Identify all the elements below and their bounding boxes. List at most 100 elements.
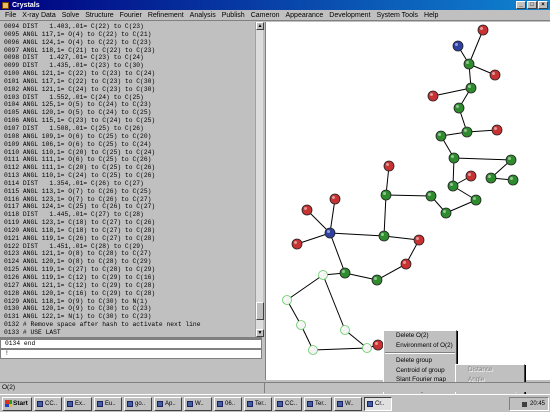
- menu-item-delete-group[interactable]: Delete group: [384, 356, 456, 366]
- atom-h[interactable]: [340, 325, 350, 335]
- start-button[interactable]: Start: [2, 396, 32, 411]
- atom-c[interactable]: [339, 267, 351, 279]
- taskbar-button[interactable]: Cr..: [364, 396, 392, 411]
- menu-refinement[interactable]: Refinement: [145, 12, 187, 19]
- output-line: 0120 ANGL 118,1= C(18) to C(27) to C(28): [4, 226, 156, 234]
- scroll-thumb[interactable]: [256, 302, 264, 320]
- maximize-button[interactable]: □: [527, 1, 537, 9]
- atom-c[interactable]: [461, 126, 473, 138]
- atom-c[interactable]: [485, 172, 497, 184]
- menu-xray-data[interactable]: X-ray Data: [19, 12, 58, 19]
- status-panel: [264, 383, 384, 393]
- atom-highlight: [374, 277, 377, 280]
- molecule-view[interactable]: [265, 22, 550, 380]
- atom-c[interactable]: [380, 189, 392, 201]
- atom-h[interactable]: [308, 345, 318, 355]
- taskbar-button-label: CC..: [45, 400, 57, 407]
- atom-highlight: [473, 197, 476, 200]
- atom-o[interactable]: [400, 258, 412, 270]
- app-icon: [277, 400, 283, 407]
- atom-c[interactable]: [505, 154, 517, 166]
- menu-solve[interactable]: Solve: [59, 12, 83, 19]
- menu-system-tools[interactable]: System Tools: [374, 12, 422, 19]
- taskbar-button[interactable]: W..: [334, 396, 362, 411]
- output-line: 0106 ANGL 115,1= C(23) to C(24) to C(25): [4, 117, 156, 125]
- command-input[interactable]: !: [0, 349, 262, 359]
- menu-help[interactable]: Help: [421, 12, 441, 19]
- menu-cameron[interactable]: Cameron: [248, 12, 283, 19]
- taskbar-button[interactable]: CC..: [34, 396, 62, 411]
- atom-c[interactable]: [448, 152, 460, 164]
- menu-appearance[interactable]: Appearance: [283, 12, 327, 19]
- atom-o[interactable]: [489, 69, 501, 81]
- speaker-icon[interactable]: [521, 401, 527, 407]
- output-pane[interactable]: 0094 DIST 1.403,.01= C(22) to C(23) 0095 …: [0, 22, 262, 337]
- atom-h[interactable]: [282, 295, 292, 305]
- output-line: 0114 DIST 1.354,.01= C(26) to C(27): [4, 179, 144, 187]
- atom-highlight: [466, 61, 469, 64]
- menu-fourier[interactable]: Fourier: [117, 12, 145, 19]
- atom-c[interactable]: [425, 190, 437, 202]
- atom-o[interactable]: [465, 170, 477, 182]
- taskbar-button[interactable]: Ter..: [244, 396, 272, 411]
- menu-file[interactable]: File: [2, 12, 19, 19]
- atom-highlight: [310, 347, 313, 350]
- output-line: 0108 ANGL 109,1= O(6) to C(25) to C(20): [4, 132, 152, 140]
- molecule-canvas[interactable]: [266, 22, 550, 380]
- atom-c[interactable]: [470, 194, 482, 206]
- atom-n[interactable]: [324, 227, 336, 239]
- menu-item-delete-o-2[interactable]: Delete O(2): [384, 331, 456, 341]
- atom-c[interactable]: [463, 58, 475, 70]
- atom-highlight: [342, 327, 345, 330]
- atom-h[interactable]: [296, 320, 306, 330]
- atom-o[interactable]: [291, 238, 303, 250]
- taskbar-button[interactable]: CC..: [274, 396, 302, 411]
- atom-c[interactable]: [447, 180, 459, 192]
- atom-h[interactable]: [318, 270, 328, 280]
- title-bar: Crystals _ □ ×: [0, 0, 550, 10]
- minimize-button[interactable]: _: [516, 1, 526, 9]
- scroll-up-arrow-icon[interactable]: ▲: [256, 22, 264, 30]
- output-scrollbar[interactable]: ▲ ▼: [255, 22, 264, 337]
- output-line: 0123 ANGL 121,1= O(8) to C(28) to C(27): [4, 250, 152, 258]
- atom-h[interactable]: [362, 343, 372, 353]
- taskbar-button-label: Ap..: [165, 400, 176, 407]
- scroll-down-arrow-icon[interactable]: ▼: [256, 329, 264, 337]
- taskbar-button[interactable]: 06..: [214, 396, 242, 411]
- atom-o[interactable]: [491, 124, 503, 136]
- menu-publish[interactable]: Publish: [219, 12, 248, 19]
- atom-c[interactable]: [465, 82, 477, 94]
- atom-n[interactable]: [452, 40, 464, 52]
- menu-structure[interactable]: Structure: [82, 12, 116, 19]
- taskbar-button[interactable]: W..: [184, 396, 212, 411]
- atom-o[interactable]: [477, 24, 489, 36]
- atom-c[interactable]: [453, 102, 465, 114]
- taskbar-button[interactable]: Ap..: [154, 396, 182, 411]
- bond: [432, 87, 472, 97]
- taskbar-button[interactable]: Ter..: [304, 396, 332, 411]
- atom-c[interactable]: [440, 207, 452, 219]
- atom-o[interactable]: [427, 90, 439, 102]
- atom-o[interactable]: [329, 193, 341, 205]
- menu-item-centroid-of-group[interactable]: Centroid of group: [384, 366, 456, 376]
- menu-development[interactable]: Development: [326, 12, 373, 19]
- taskbar-button[interactable]: Eu..: [94, 396, 122, 411]
- app-icon: [37, 400, 43, 407]
- menu-analysis[interactable]: Analysis: [187, 12, 219, 19]
- atom-c[interactable]: [507, 174, 519, 186]
- menu-item-environment-of-o-2[interactable]: Environment of O(2): [384, 341, 456, 351]
- output-line: 0132 # Remove space after hash to activa…: [4, 321, 201, 329]
- close-button[interactable]: ×: [538, 1, 548, 9]
- atom-c[interactable]: [378, 230, 390, 242]
- atom-c[interactable]: [435, 130, 447, 142]
- atom-highlight: [456, 105, 459, 108]
- atom-o[interactable]: [372, 339, 384, 351]
- atom-o[interactable]: [383, 160, 395, 172]
- atom-c[interactable]: [371, 274, 383, 286]
- status-bar: O(2): [0, 382, 550, 393]
- atom-highlight: [438, 133, 441, 136]
- taskbar-button[interactable]: Ex..: [64, 396, 92, 411]
- atom-o[interactable]: [301, 204, 313, 216]
- taskbar-button[interactable]: go..: [124, 396, 152, 411]
- atom-o[interactable]: [413, 234, 425, 246]
